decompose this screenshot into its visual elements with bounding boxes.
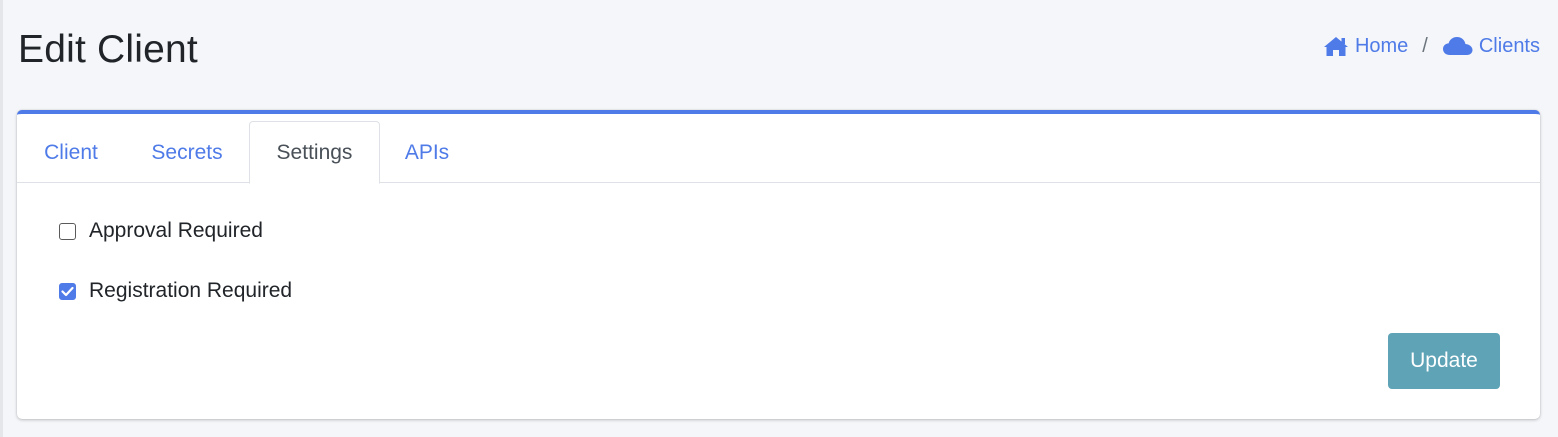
tab-settings[interactable]: Settings xyxy=(249,121,380,184)
approval-required-label[interactable]: Approval Required xyxy=(89,219,263,243)
left-edge xyxy=(0,0,3,437)
registration-required-label[interactable]: Registration Required xyxy=(89,279,292,303)
tab-secrets[interactable]: Secrets xyxy=(126,121,248,184)
edit-client-card: Client Secrets Settings APIs Approval Re… xyxy=(17,110,1540,419)
update-button[interactable]: Update xyxy=(1388,333,1500,389)
checkmark-icon xyxy=(61,286,74,296)
home-icon xyxy=(1323,37,1348,56)
breadcrumb: Home / Clients xyxy=(1322,35,1540,58)
page: Edit Client Home / Clients Client Secret… xyxy=(0,0,1558,437)
registration-required-row: Registration Required xyxy=(59,279,292,303)
breadcrumb-home-link[interactable]: Home xyxy=(1322,35,1408,58)
registration-required-checkbox[interactable] xyxy=(59,282,76,300)
approval-required-checkbox[interactable] xyxy=(59,222,76,240)
breadcrumb-clients-link[interactable]: Clients xyxy=(1442,35,1540,58)
breadcrumb-home-label: Home xyxy=(1354,34,1409,57)
tab-client[interactable]: Client xyxy=(17,121,125,184)
page-header: Edit Client Home / Clients xyxy=(18,24,1540,76)
breadcrumb-separator: / xyxy=(1422,34,1428,57)
page-title: Edit Client xyxy=(18,28,198,71)
tab-apis[interactable]: APIs xyxy=(381,121,473,184)
tab-bar: Client Secrets Settings APIs xyxy=(17,114,1540,184)
approval-required-row: Approval Required xyxy=(59,219,263,243)
cloud-icon xyxy=(1442,37,1473,55)
breadcrumb-clients-label: Clients xyxy=(1478,34,1540,57)
